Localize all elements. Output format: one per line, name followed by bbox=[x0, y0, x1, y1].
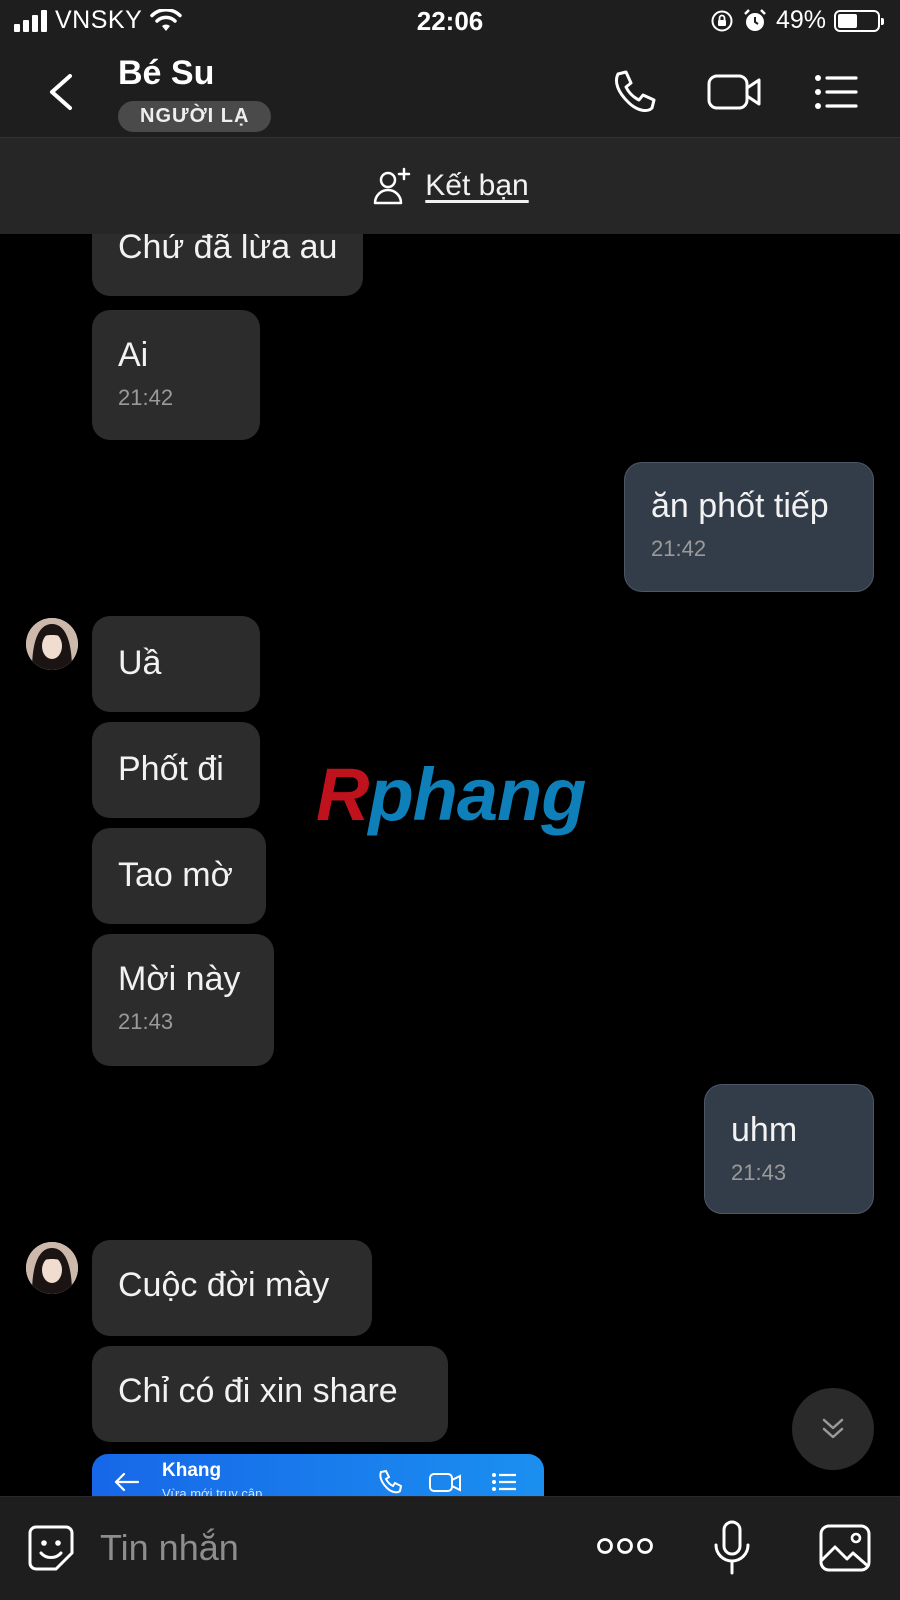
shared-contact-name: Khang bbox=[162, 1460, 222, 1481]
watermark-first-letter: R bbox=[316, 753, 369, 836]
gallery-icon[interactable] bbox=[818, 1523, 872, 1573]
message-input[interactable] bbox=[100, 1523, 550, 1573]
message-bubble-outgoing[interactable]: uhm 21:43 bbox=[704, 1084, 874, 1214]
avatar[interactable] bbox=[26, 618, 78, 670]
status-bar: VNSKY 22:06 49% bbox=[0, 0, 900, 46]
message-bubble-incoming[interactable]: Chỉ có đi xin share bbox=[92, 1346, 448, 1442]
message-bubble-incoming[interactable]: Mời này 21:43 bbox=[92, 934, 274, 1066]
alarm-icon bbox=[744, 8, 766, 31]
sticker-icon[interactable] bbox=[26, 1523, 76, 1573]
stranger-badge: NGƯỜI LẠ bbox=[118, 101, 272, 132]
battery-percent: 49% bbox=[775, 6, 826, 34]
video-camera-icon[interactable] bbox=[706, 66, 762, 118]
battery-fill bbox=[838, 13, 857, 28]
message-text: Ai bbox=[118, 336, 149, 374]
message-text: Mời này bbox=[118, 960, 241, 998]
chat-header: Bé Su NGƯỜI LẠ bbox=[0, 46, 900, 138]
message-text: Chỉ có đi xin share bbox=[118, 1372, 398, 1410]
message-time: 21:42 bbox=[118, 385, 174, 410]
more-icon[interactable] bbox=[596, 1531, 654, 1561]
message-text: Cuộc đời mày bbox=[118, 1266, 330, 1304]
message-text: Phốt đi bbox=[118, 750, 224, 788]
contact-name[interactable]: Bé Su bbox=[118, 54, 214, 93]
double-chevron-down-icon bbox=[822, 1418, 844, 1439]
message-list: Chứ đã lừa au Ai 21:42 ăn phốt tiếp 21:4… bbox=[0, 234, 900, 1496]
message-bubble-outgoing[interactable]: ăn phốt tiếp 21:42 bbox=[624, 462, 874, 592]
add-user-icon bbox=[374, 167, 411, 205]
shared-image-message[interactable]: Khang Vừa mới truy cập bbox=[92, 1454, 544, 1496]
message-bubble-incoming[interactable]: Phốt đi bbox=[92, 722, 260, 818]
message-text: Tao mờ bbox=[118, 856, 233, 894]
back-icon bbox=[114, 1472, 140, 1492]
avatar[interactable] bbox=[26, 1242, 78, 1294]
contact-avatar-image bbox=[26, 618, 78, 670]
watermark-logo: Rphang bbox=[316, 752, 586, 837]
add-friend-link[interactable]: Kết bạn bbox=[425, 169, 528, 203]
message-bubble-incoming[interactable]: Uầ bbox=[92, 616, 260, 712]
phone-icon[interactable] bbox=[608, 66, 660, 118]
message-text: ăn phốt tiếp bbox=[651, 487, 829, 525]
message-text: uhm bbox=[731, 1111, 798, 1149]
back-icon[interactable] bbox=[40, 68, 84, 116]
scroll-to-bottom-button[interactable] bbox=[792, 1388, 874, 1470]
battery-icon bbox=[834, 9, 884, 32]
message-bubble-incoming[interactable]: Ai 21:42 bbox=[92, 310, 260, 440]
list-menu-icon bbox=[492, 1473, 516, 1491]
phone-icon bbox=[379, 1469, 403, 1494]
watermark-rest: phang bbox=[368, 753, 586, 836]
message-time: 21:43 bbox=[118, 1009, 174, 1034]
message-bubble-incoming[interactable]: Chứ đã lừa au bbox=[92, 234, 364, 296]
video-camera-icon bbox=[429, 1473, 461, 1492]
message-time: 21:43 bbox=[731, 1160, 787, 1185]
microphone-icon[interactable] bbox=[712, 1519, 752, 1577]
message-time: 21:42 bbox=[651, 536, 707, 561]
status-right: 49% bbox=[710, 6, 884, 35]
message-text: Uầ bbox=[118, 644, 162, 682]
message-bubble-incoming[interactable]: Tao mờ bbox=[92, 828, 266, 924]
add-friend-bar[interactable]: Kết bạn bbox=[0, 138, 900, 234]
shared-contact-status: Vừa mới truy cập bbox=[162, 1486, 263, 1496]
message-bubble-incoming[interactable]: Cuộc đời mày bbox=[92, 1240, 372, 1336]
rotation-lock-icon bbox=[711, 10, 733, 31]
contact-avatar-image bbox=[26, 1242, 78, 1294]
message-text: Chứ đã lừa au bbox=[118, 234, 338, 266]
list-menu-icon[interactable] bbox=[810, 66, 862, 118]
message-input-bar bbox=[0, 1496, 900, 1600]
